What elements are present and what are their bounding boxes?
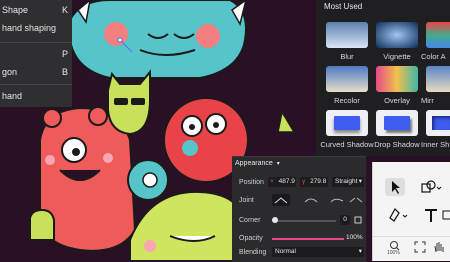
filter-thumb-overlay[interactable] — [376, 66, 418, 92]
filter-label: Inner Sh — [421, 140, 450, 149]
joint-disconnected-button[interactable] — [348, 194, 364, 206]
joint-disconnected-icon — [349, 197, 363, 203]
joint-mirrored-icon — [304, 198, 318, 203]
filter-thumb-drop-shadow[interactable] — [376, 110, 418, 136]
filter-thumb-recolor[interactable] — [326, 66, 368, 92]
select-tool-button[interactable] — [385, 178, 405, 196]
menu-item-freehand[interactable]: hand — [0, 90, 72, 104]
cursor-arrow-icon — [392, 181, 400, 194]
joint-label: Joint — [239, 197, 254, 204]
path-type-select[interactable]: Straight ▾ — [332, 177, 364, 187]
shapes-icon — [421, 180, 442, 193]
menu-item-shortcut: K — [62, 5, 69, 15]
pen-tool-button[interactable] — [385, 206, 408, 224]
appearance-header[interactable]: Appearance ▾ — [235, 160, 280, 167]
menu-item-shortcut: P — [62, 49, 69, 59]
filter-label: Recolor — [334, 96, 360, 105]
joint-mirrored-button[interactable] — [302, 194, 320, 206]
fit-screen-button[interactable] — [413, 240, 427, 258]
corner-options-icon[interactable] — [353, 215, 363, 225]
shape-tool-button[interactable] — [417, 178, 442, 196]
opacity-slider[interactable] — [272, 238, 344, 240]
corner-slider[interactable] — [272, 217, 336, 223]
filter-label: Blur — [340, 52, 354, 61]
filter-label: Vignette — [383, 52, 411, 61]
menu-item-label: gon — [2, 67, 18, 77]
x-position-field[interactable]: × 487.9 — [268, 177, 296, 187]
text-tool-button[interactable] — [421, 206, 441, 224]
appearance-panel: Appearance ▾ Position × 487.9 y 279.8 St… — [232, 156, 366, 262]
menu-item-hand-shaping[interactable]: hand shaping — [0, 22, 72, 36]
image-tool-button[interactable] — [441, 206, 450, 224]
joint-asymmetric-button[interactable] — [328, 194, 346, 206]
filter-label: Mirr — [421, 96, 434, 105]
menu-item-polygon[interactable]: gon B — [0, 66, 72, 80]
filter-label: Drop Shadow — [374, 140, 420, 149]
text-t-icon — [425, 209, 437, 222]
filter-thumb-inner-shadow[interactable] — [426, 110, 450, 136]
chevron-down-icon: ▾ — [276, 161, 280, 167]
corner-slider-handle[interactable] — [272, 217, 278, 223]
opacity-slider-fill — [272, 238, 344, 240]
joint-asymmetric-icon — [330, 198, 344, 203]
filter-thumb-curved-shadow[interactable] — [326, 110, 368, 136]
zoom-level: 100% — [387, 250, 400, 256]
panel-title: Appearance — [235, 160, 273, 167]
y-position-field[interactable]: y 279.8 — [300, 177, 328, 187]
corner-value-field[interactable]: 0 — [340, 215, 350, 225]
menu-item-pen[interactable]: P — [0, 48, 72, 62]
tools-toolbar: 100% — [372, 162, 450, 261]
filter-thumb-mirror[interactable] — [426, 66, 450, 92]
image-icon — [442, 210, 450, 220]
menu-divider — [0, 84, 72, 85]
menu-item-label: Shape — [2, 5, 29, 15]
opacity-label: Opacity — [239, 235, 263, 242]
fit-screen-icon — [414, 241, 426, 253]
joint-straight-icon — [274, 197, 288, 204]
toolbar-divider — [373, 236, 450, 237]
pen-icon — [389, 208, 408, 222]
menu-item-label: hand shaping — [2, 23, 57, 33]
filter-thumb-blur[interactable] — [326, 22, 368, 48]
position-label: Position — [239, 179, 264, 186]
joint-straight-button[interactable] — [272, 194, 290, 206]
menu-item-shortcut: B — [62, 67, 69, 77]
filter-thumb-color-adjust[interactable] — [426, 22, 450, 48]
blending-label: Blending — [239, 249, 267, 256]
hand-tool-button[interactable] — [431, 240, 447, 258]
filter-label: Color A — [421, 52, 446, 61]
filter-label: Curved Shadow — [320, 140, 374, 149]
filter-thumb-vignette[interactable] — [376, 22, 418, 48]
filters-panel: Most Used Blur Vignette Color A Recolor … — [316, 0, 450, 156]
menu-item-shape[interactable]: Shape K — [0, 4, 72, 18]
corner-label: Corner — [239, 217, 261, 224]
opacity-value: 100% — [346, 234, 363, 241]
menu-divider — [0, 42, 72, 43]
filter-label: Overlay — [384, 96, 410, 105]
teal-monster — [69, 0, 247, 79]
blending-select[interactable]: Normal ▾ — [272, 247, 364, 257]
zoom-button[interactable]: 100% — [387, 238, 403, 256]
panel-header: Most Used — [324, 2, 363, 11]
hand-icon — [434, 242, 444, 253]
tool-context-menu: Shape K hand shaping P gon B hand — [0, 0, 72, 107]
menu-item-label: hand — [2, 91, 23, 101]
